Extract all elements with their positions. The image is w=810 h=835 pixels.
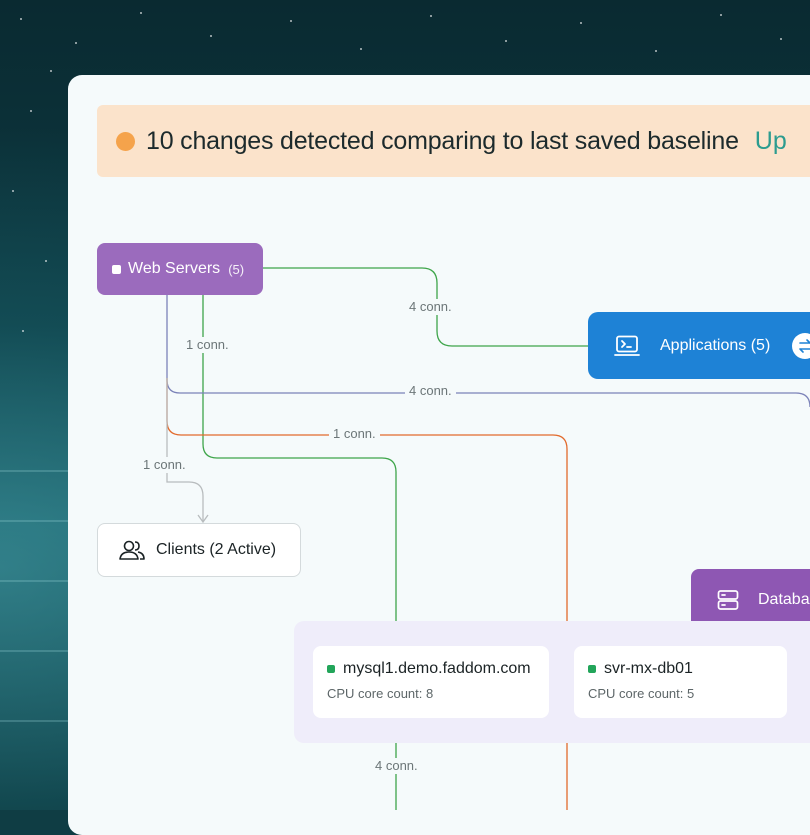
clients-label: Clients (2 Active) bbox=[156, 541, 277, 558]
db-card-name: svr-mx-db01 bbox=[604, 660, 693, 677]
conn-label-web-apps: 4 conn. bbox=[405, 299, 456, 315]
db-card-detail: CPU core count: 8 bbox=[327, 686, 434, 701]
conn-label-web-mysql: 1 conn. bbox=[182, 337, 233, 353]
status-online-icon bbox=[327, 665, 335, 673]
db-card-detail: CPU core count: 5 bbox=[588, 686, 695, 701]
conn-label-web-clients: 1 conn. bbox=[139, 457, 190, 473]
terminal-window-icon bbox=[614, 335, 640, 356]
server-stack-icon bbox=[717, 590, 739, 610]
web-servers-node[interactable]: Web Servers (5) bbox=[97, 243, 263, 295]
clients-node[interactable]: Clients (2 Active) bbox=[97, 523, 301, 577]
edge-web-to-clients bbox=[166, 378, 204, 521]
node-square-icon bbox=[112, 264, 121, 274]
conn-label-web-right: 4 conn. bbox=[405, 383, 456, 399]
db-card-name: mysql1.demo.faddom.com bbox=[343, 660, 531, 677]
db-card-svr[interactable]: svr-mx-db01 CPU core count: 5 bbox=[574, 646, 787, 718]
db-card-mysql[interactable]: mysql1.demo.faddom.com CPU core count: 8 bbox=[313, 646, 549, 718]
conn-label-mysql-down: 4 conn. bbox=[371, 758, 422, 774]
web-servers-label: Web Servers bbox=[128, 260, 221, 277]
users-icon bbox=[119, 540, 145, 560]
swap-arrows-icon[interactable] bbox=[792, 332, 810, 359]
databases-label: Databa bbox=[758, 591, 810, 608]
web-servers-count: (5) bbox=[228, 261, 245, 277]
applications-label: Applications (5) bbox=[660, 336, 771, 354]
edge-web-to-svr bbox=[166, 378, 568, 810]
status-online-icon bbox=[588, 665, 596, 673]
applications-node[interactable]: Applications (5) bbox=[588, 312, 810, 379]
conn-label-web-svr: 1 conn. bbox=[329, 426, 380, 442]
